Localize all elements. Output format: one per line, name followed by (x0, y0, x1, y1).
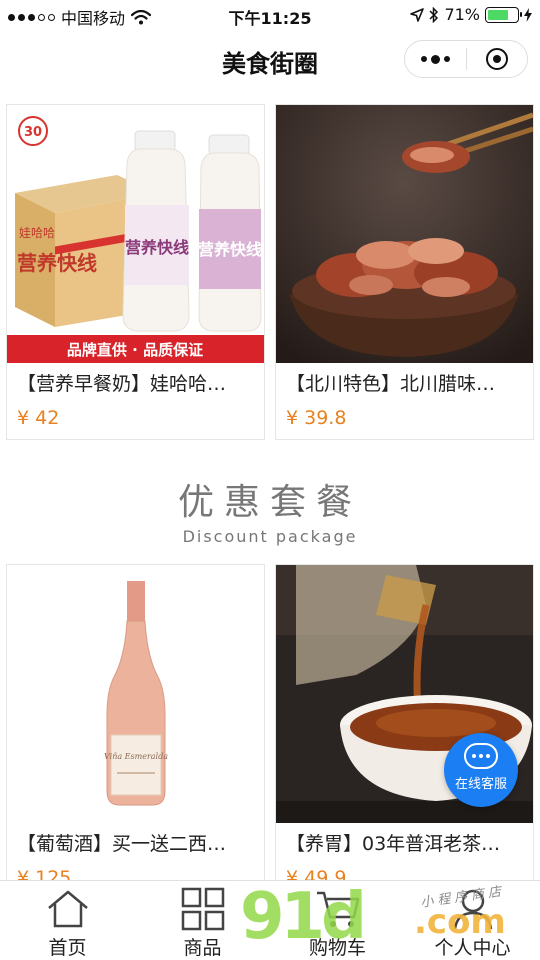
tab-label: 个人中心 (434, 937, 511, 959)
bluetooth-icon (429, 6, 439, 23)
product-price: ¥ 49.9 (286, 867, 347, 880)
product-price: ¥ 39.8 (286, 407, 347, 429)
box-label: 营养快线 (17, 251, 97, 275)
product-title: 【葡萄酒】买一送二西… (17, 833, 227, 855)
customer-service-label: 在线客服 (454, 777, 507, 792)
navigation-bar: 美食街圈 (0, 30, 540, 88)
product-price: ¥ 125 (17, 867, 72, 880)
product-title: 【营养早餐奶】娃哈哈… (17, 373, 227, 395)
section-title-en: Discount package (182, 527, 358, 546)
battery-level (488, 9, 508, 20)
banner-text: 品牌直供 · 品质保证 (67, 341, 203, 359)
charging-icon (524, 7, 532, 22)
product-grid-bottom: Viña Esmeralda 【葡萄酒】买一送二西… ¥ 125 【养胃】03年… (6, 564, 534, 880)
product-price: ¥ 42 (17, 407, 60, 429)
cart-icon (314, 887, 362, 931)
user-icon (449, 887, 497, 931)
product-card-wine[interactable]: Viña Esmeralda 【葡萄酒】买一送二西… ¥ 125 (6, 564, 265, 880)
more-menu-button[interactable] (405, 41, 466, 77)
tab-products[interactable]: 商品 (135, 881, 270, 960)
target-close-icon (485, 48, 508, 70)
badge-30: 30 (24, 125, 42, 140)
battery-icon (485, 6, 522, 23)
chat-bubble-icon (464, 743, 498, 769)
wine-label: Viña Esmeralda (104, 752, 168, 761)
tab-home[interactable]: 首页 (0, 881, 135, 960)
tab-cart[interactable]: 购物车 (270, 881, 405, 960)
bottle-label-1: 营养快线 (125, 238, 189, 257)
mini-program-capsule (404, 40, 528, 78)
tab-profile[interactable]: 个人中心 (405, 881, 540, 960)
status-bar: 中国移动 下午11:25 71% (0, 0, 540, 30)
tab-label: 购物车 (308, 937, 366, 959)
bottle-label-2: 营养快线 (198, 240, 262, 259)
product-title: 【养胃】03年普洱老茶… (286, 833, 501, 855)
section-title-cn: 优惠套餐 (177, 482, 362, 523)
more-dots-icon (420, 54, 450, 64)
status-right: 71% (410, 5, 532, 24)
bottom-tab-bar: 首页 商品 购物车 个人中心 (0, 880, 540, 960)
product-image-cured-meat (276, 105, 533, 363)
location-arrow-icon (410, 7, 425, 22)
product-card-milk[interactable]: 30 娃哈哈 营养快线 营养快线 营养快线 品牌直供 · 品质保证 【营养早餐奶… (6, 104, 265, 440)
discount-section-heading: 优惠套餐 Discount package (0, 473, 540, 546)
battery-percent: 71% (444, 5, 480, 24)
main-content: 30 娃哈哈 营养快线 营养快线 营养快线 品牌直供 · 品质保证 【营养早餐奶… (0, 88, 540, 880)
tab-label: 首页 (48, 937, 87, 959)
online-customer-service-button[interactable]: 在线客服 (444, 733, 518, 807)
product-card-puer-tea[interactable]: 【养胃】03年普洱老茶… ¥ 49.9 (275, 564, 534, 880)
product-title: 【北川特色】北川腊味… (286, 373, 496, 395)
product-image-milk: 30 娃哈哈 营养快线 营养快线 营养快线 品牌直供 · 品质保证 (7, 105, 264, 363)
grid-icon (179, 887, 227, 931)
close-mini-program-button[interactable] (467, 41, 528, 77)
box-brand: 娃哈哈 (19, 226, 55, 240)
home-icon (44, 887, 92, 931)
tab-label: 商品 (183, 937, 222, 959)
product-grid-top: 30 娃哈哈 营养快线 营养快线 营养快线 品牌直供 · 品质保证 【营养早餐奶… (6, 104, 534, 440)
product-image-wine: Viña Esmeralda (7, 565, 264, 823)
product-card-cured-meat[interactable]: 【北川特色】北川腊味… ¥ 39.8 (275, 104, 534, 440)
